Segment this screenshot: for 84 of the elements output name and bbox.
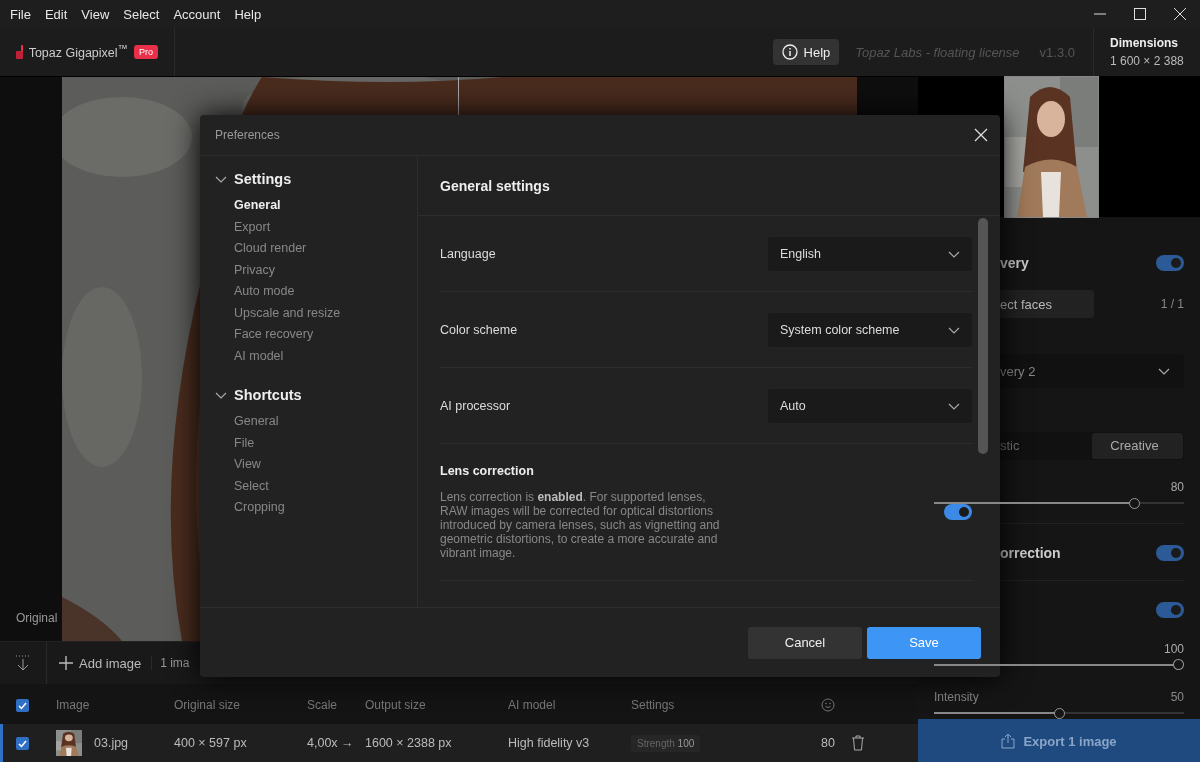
menu-item[interactable]: View [81,6,118,22]
menu-item[interactable]: Account [173,6,229,22]
slider-value: 50 [1170,690,1184,705]
dropdown[interactable]: Auto [768,388,972,423]
setting-description: Lens correction is enabled. For supported lenses, RAW images will be corrected for optical distortions introduced by camera lenses, such as vignetting and geometric distortions, to create a more accurate and vibrant image. [440,490,721,560]
column-header: Output size [365,698,427,712]
mode-tab[interactable]: Creative [1092,432,1183,459]
export-button[interactable]: Export 1 image [918,719,1200,762]
menu-item[interactable]: Select [123,6,168,22]
view-label: Original [16,611,58,625]
nav-item[interactable]: Face recovery [200,323,320,345]
help-button[interactable]: Help [772,39,840,65]
column-header: AI model [508,698,557,712]
thumbnail [56,730,82,756]
app-name: Topaz Gigapixel$^{™}$ [28,43,128,61]
table-row[interactable]: 03.jpg 400 × 597 px 4,00x → 1600 × 2388 px High fidelity v3 Strength 100 80 [0,724,918,762]
row-checkbox[interactable] [16,736,29,750]
nav-item[interactable]: Upscale and resize [200,301,347,323]
nav-item[interactable]: General [200,410,285,432]
table-cell-text: 4,00x → [307,736,355,750]
slider-value: 100 [1163,641,1184,656]
image-count: 1 ima [151,656,190,670]
share-icon [1001,733,1016,749]
settings-heading: General settings [440,177,550,194]
table-cell-text: 80 [821,736,836,750]
trash-icon[interactable] [851,735,865,751]
toggle-switch[interactable] [1156,544,1184,561]
add-image-button[interactable]: Add image [46,642,152,684]
cancel-button[interactable]: Cancel [748,626,862,659]
table-cell-text: 400 × 597 px [174,736,248,750]
menu-item[interactable]: Help [234,6,270,22]
file-name: 03.jpg [94,736,129,750]
plus-icon [59,656,73,670]
dialog-title: Preferences [215,128,280,142]
nav-item[interactable]: Auto mode [200,280,301,302]
nav-section-title[interactable]: Shortcuts [234,387,302,403]
dimensions-value: 1 600 × 2 388 [1110,54,1185,68]
face-count: 1 / 1 [1160,297,1184,312]
scrollbar[interactable] [978,218,988,454]
nav-item[interactable]: Export [200,215,277,237]
column-header: Image [56,698,91,712]
import-icon[interactable] [15,655,31,671]
info-icon [781,44,798,60]
dimensions-label: Dimensions [1110,36,1179,50]
column-header: Original size [174,698,242,712]
column-header: Scale [307,698,339,712]
nav-item[interactable]: AI model [200,344,290,366]
setting-label: Language [440,246,496,261]
nav-item[interactable]: Cropping [200,496,291,518]
slider[interactable] [934,707,1184,719]
select-all-checkbox[interactable] [16,698,29,712]
pro-badge: Pro [134,45,158,59]
logo-icon [16,45,23,59]
setting-label: Color scheme [440,322,518,337]
menu-item[interactable]: File [10,6,39,22]
section-title: orrection [999,544,1061,561]
close-button[interactable] [974,128,988,142]
maximize-icon[interactable] [1134,8,1146,20]
toggle-switch[interactable] [1156,254,1184,271]
version-text: v1.3.0 [1039,44,1075,60]
column-header: Settings [631,698,676,712]
nav-item[interactable]: File [200,431,261,453]
close-icon[interactable] [1174,8,1186,20]
toggle-switch[interactable] [1156,602,1184,619]
dropdown[interactable]: System color scheme [768,312,972,347]
slider-value: 80 [1170,480,1184,495]
license-text: Topaz Labs - floating license [855,44,1020,60]
slider-label: Intensity [934,690,979,705]
nav-item[interactable]: General [200,194,287,216]
strength-chip: Strength 100 [631,734,701,752]
nav-item[interactable]: Cloud render [200,237,313,259]
menu-item[interactable]: Edit [44,6,76,22]
smiley-icon [821,698,835,712]
setting-label: AI processor [440,398,511,413]
table-cell-text: 1600 × 2388 px [365,736,453,750]
nav-section-title[interactable]: Settings [234,171,292,187]
toggle-switch[interactable] [944,504,972,520]
nav-item[interactable]: Privacy [200,258,281,280]
section-title: very [999,254,1029,271]
nav-item[interactable]: Select [200,474,275,496]
setting-label: Lens correction [440,464,535,478]
table-cell-text: High fidelity v3 [508,736,591,750]
dropdown[interactable]: English [768,236,972,271]
nav-item[interactable]: View [200,453,267,475]
